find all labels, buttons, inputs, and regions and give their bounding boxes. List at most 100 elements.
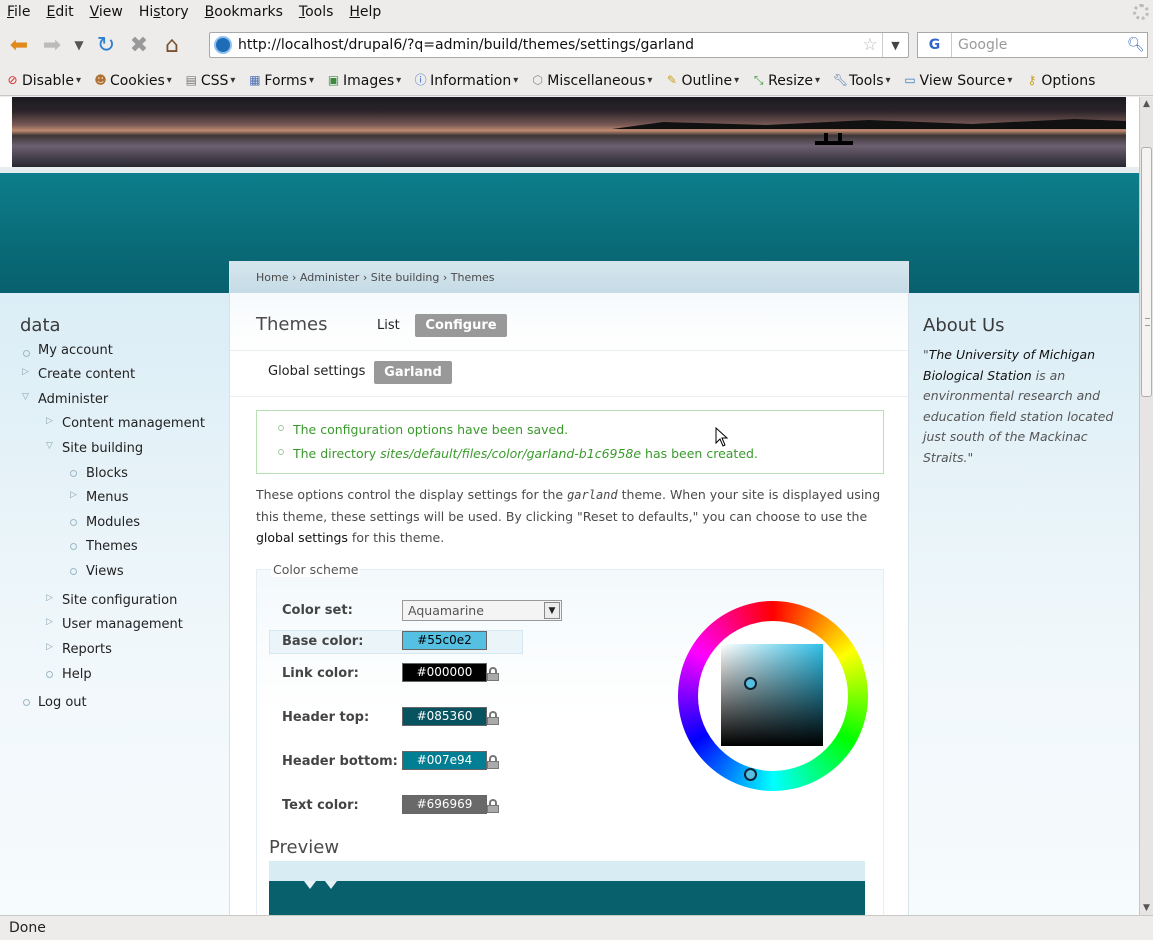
bullet-icon [278,425,284,431]
collapsed-triangle-icon: ▷ [46,593,53,603]
arrow-right-icon: ➡ [42,32,62,58]
bookmark-star-icon[interactable]: ☆ [858,35,882,55]
about-us-heading: About Us [923,315,1005,336]
search-input[interactable]: Google [952,37,1127,53]
toolbar-information[interactable]: ⓘ Information ▾ [408,68,525,94]
expanded-triangle-icon: ▽ [22,392,29,402]
text-color-input[interactable]: #696969 [402,795,487,814]
menu-bookmarks[interactable]: Bookmarks [197,4,291,20]
lock-icon[interactable] [487,667,499,681]
toolbar-css-label: CSS [200,72,229,89]
lock-icon[interactable] [487,711,499,725]
color-set-value: Aquamarine [408,603,484,618]
nav-site-building[interactable]: Site building [62,441,143,456]
saturation-marker[interactable] [744,677,757,690]
color-wheel[interactable] [678,601,868,791]
breadcrumb[interactable]: Home › Administer › Site building › Them… [256,271,494,284]
chevron-down-icon: ▾ [166,75,172,86]
nav-site-configuration[interactable]: Site configuration [62,593,177,608]
umbs-link[interactable]: The University of Michigan Biological St… [923,347,1095,383]
breadcrumb-bar: Home › Administer › Site building › Them… [230,262,908,293]
address-bar[interactable]: http://localhost/drupal6/?q=admin/build/… [209,32,909,58]
options-key-icon: ⚷ [1027,73,1037,87]
vertical-scrollbar[interactable]: ▲ ▼ [1139,97,1153,915]
nav-help[interactable]: Help [62,667,92,682]
page-viewport[interactable]: data My account ▷ Create content ▽ Admin… [0,97,1139,915]
toolbar-disable[interactable]: ⊘ Disable ▾ [0,68,88,94]
search-engine-icon[interactable]: G [918,33,952,57]
tab-configure[interactable]: Configure [415,314,507,337]
nav-reports[interactable]: Reports [62,642,112,657]
home-button[interactable]: ⌂ [158,31,186,59]
toolbar-tools-label: Tools [849,72,884,89]
search-icon[interactable]: 🔍︎ [1127,37,1147,53]
expanded-triangle-icon: ▽ [46,441,53,451]
menu-edit[interactable]: Edit [38,4,81,20]
toolbar-resize[interactable]: ⤡ Resize ▾ [746,68,827,94]
right-sidebar: About Us "The University of Michigan Bio… [909,293,1139,915]
nav-my-account[interactable]: My account [38,343,113,358]
url-text[interactable]: http://localhost/drupal6/?q=admin/build/… [238,37,858,53]
history-dropdown-button[interactable]: ▼ [71,31,87,59]
tab-global-settings[interactable]: Global settings [268,364,365,379]
scroll-up-button[interactable]: ▲ [1140,97,1153,111]
toolbar-outline[interactable]: ✎ Outline ▾ [659,68,746,94]
lock-icon[interactable] [487,799,499,813]
toolbar-view-source[interactable]: ▭ View Source ▾ [898,68,1020,94]
header-top-input[interactable]: #085360 [402,707,487,726]
reload-button[interactable]: ↻ [92,31,120,59]
nav-user-management[interactable]: User management [62,617,183,632]
about-us-text: "The University of Michigan Biological S… [923,345,1118,468]
tab-garland[interactable]: Garland [374,361,452,384]
canoe-silhouette [815,141,853,145]
nav-log-out[interactable]: Log out [38,695,87,710]
nav-create-content[interactable]: Create content [38,367,135,382]
url-dropdown-button[interactable]: ▼ [882,33,908,57]
search-bar[interactable]: G Google 🔍︎ [917,32,1148,58]
toolbar-css[interactable]: ▤ CSS ▾ [179,68,243,94]
nav-content-management[interactable]: Content management [62,416,205,431]
back-button[interactable]: ⬅ [5,31,33,59]
nav-administer[interactable]: Administer [38,392,108,407]
menu-tools[interactable]: Tools [291,4,342,20]
toolbar-cookies[interactable]: ☻ Cookies ▾ [88,68,179,94]
scroll-down-button[interactable]: ▼ [1140,901,1153,915]
fieldset-legend[interactable]: Color scheme [271,562,361,577]
nav-views[interactable]: Views [86,564,124,579]
menu-file[interactable]: File [0,4,38,20]
info-icon: ⓘ [414,73,427,87]
saturation-square[interactable] [721,644,823,746]
stop-button[interactable]: ✖ [125,31,153,59]
color-set-select[interactable]: Aquamarine ▼ [402,600,562,621]
forward-button[interactable]: ➡ [38,31,66,59]
toolbar-miscellaneous[interactable]: ⬡ Miscellaneous ▾ [525,68,659,94]
preview-header [269,881,865,915]
global-settings-link[interactable]: global settings [256,530,348,545]
link-color-input[interactable]: #000000 [402,663,487,682]
toolbar-tools[interactable]: 🔧︎ Tools ▾ [827,68,898,94]
scrollbar-thumb[interactable] [1141,147,1152,397]
menu-help[interactable]: Help [341,4,389,20]
chevron-down-icon: ▾ [396,75,402,86]
tab-list[interactable]: List [377,318,400,333]
menu-view[interactable]: View [82,4,131,20]
base-color-input[interactable]: #55c0e2 [402,631,487,650]
hue-marker[interactable] [744,768,757,781]
color-field-label: Text color: [282,798,359,813]
nav-modules[interactable]: Modules [86,515,140,530]
toolbar-images[interactable]: ▣ Images ▾ [321,68,408,94]
chevron-down-icon: ▾ [734,75,740,86]
reload-icon: ↻ [96,32,116,58]
description-text: for this theme. [347,530,445,545]
color-field-label: Base color: [282,634,364,649]
menu-history[interactable]: History [131,4,197,20]
lock-icon[interactable] [487,755,499,769]
preview-heading: Preview [269,837,340,858]
toolbar-options[interactable]: ⚷ Options [1019,68,1102,94]
nav-blocks[interactable]: Blocks [86,466,128,481]
toolbar-forms[interactable]: ▦ Forms ▾ [242,68,321,94]
nav-menus[interactable]: Menus [86,490,128,505]
nav-themes[interactable]: Themes [86,539,138,554]
header-photo [12,97,1126,167]
header-bottom-input[interactable]: #007e94 [402,751,487,770]
